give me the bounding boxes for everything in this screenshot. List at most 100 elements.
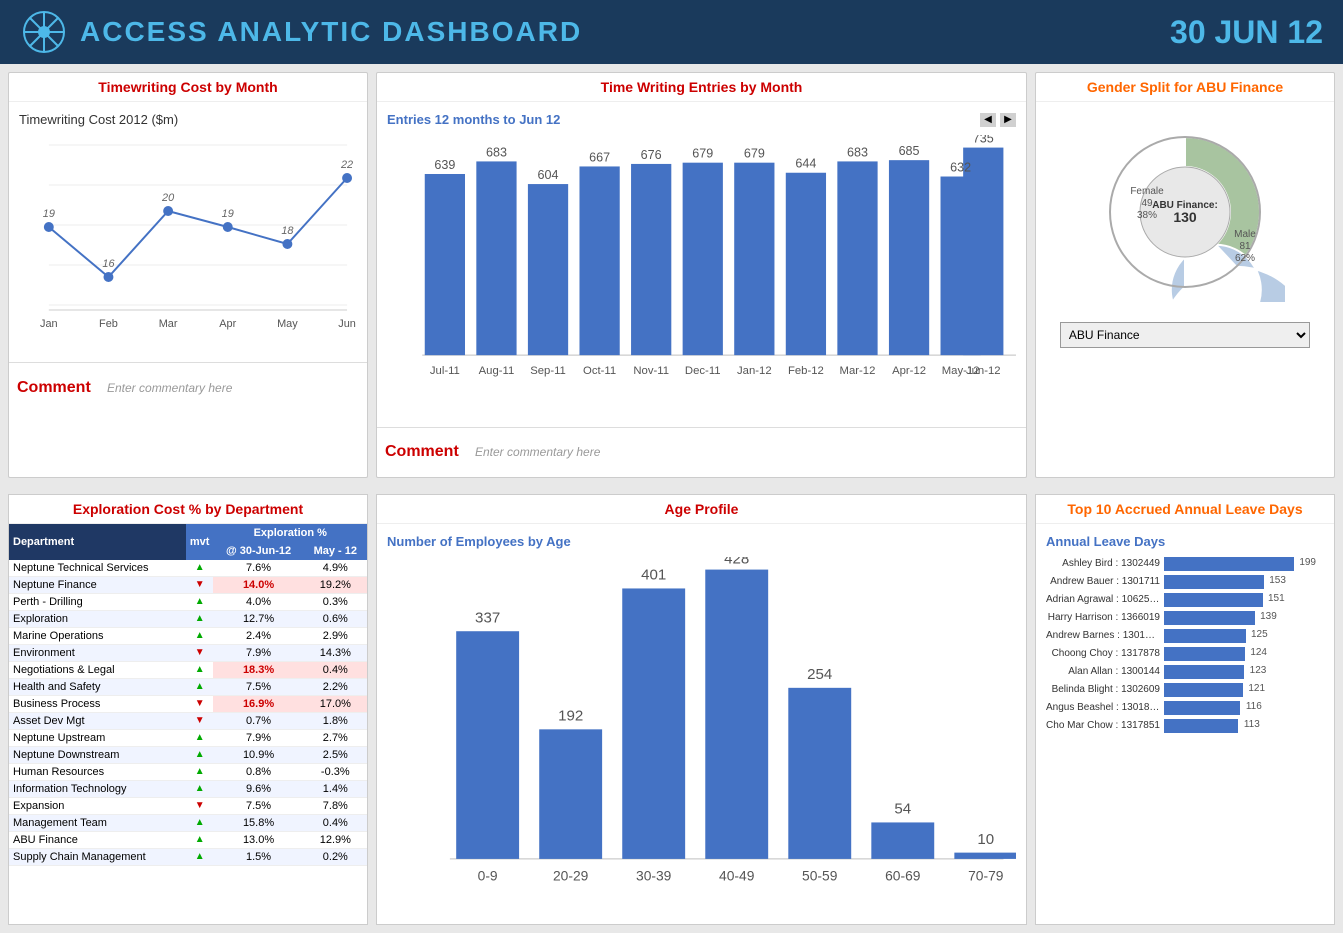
svg-text:337: 337	[475, 609, 500, 626]
svg-text:Female: Female	[1130, 186, 1164, 197]
date-cell: 0.7%	[213, 712, 303, 729]
svg-text:49: 49	[1141, 198, 1153, 209]
may-cell: 2.7%	[304, 729, 367, 746]
t10-item-label: Belinda Blight : 1302609	[1046, 684, 1160, 695]
list-item: Ashley Bird : 1302449 199	[1046, 557, 1324, 571]
dept-cell: Supply Chain Management	[9, 848, 186, 865]
t10-item-value: 199	[1299, 557, 1316, 568]
header-logo: ACCESS ANALYTIC DASHBOARD	[20, 8, 582, 56]
col-header2: Exploration %	[213, 524, 367, 542]
gs-select[interactable]: ABU Finance	[1060, 322, 1310, 348]
mvt-cell: ▲	[186, 763, 214, 780]
svg-text:604: 604	[538, 168, 559, 182]
tw-chart-title: Timewriting Cost 2012 ($m)	[19, 112, 357, 127]
date-cell: 7.9%	[213, 729, 303, 746]
tw-comment-box: Comment Enter commentary here	[9, 362, 367, 412]
svg-text:70-79: 70-79	[968, 867, 1004, 883]
t10-item-label: Harry Harrison : 1366019	[1046, 612, 1160, 623]
table-row: Negotiations & Legal ▲ 18.3% 0.4%	[9, 661, 367, 678]
date-cell: 1.5%	[213, 848, 303, 865]
svg-text:Apr: Apr	[219, 318, 236, 330]
svg-text:685: 685	[899, 144, 920, 158]
may-cell: 7.8%	[304, 797, 367, 814]
t10-item-value: 153	[1269, 575, 1286, 586]
tw-comment-text: Enter commentary here	[107, 381, 232, 395]
svg-text:401: 401	[641, 566, 666, 583]
t10-item-value: 123	[1250, 665, 1267, 676]
col-may: May - 12	[304, 542, 367, 560]
dept-cell: Neptune Upstream	[9, 729, 186, 746]
may-cell: 17.0%	[304, 695, 367, 712]
t10-chart-area: Annual Leave Days Ashley Bird : 1302449 …	[1036, 524, 1334, 747]
date-cell: 7.6%	[213, 560, 303, 577]
may-cell: 4.9%	[304, 560, 367, 577]
t10-item-label: Cho Mar Chow : 1317851	[1046, 720, 1160, 731]
t10-item-bar: 151	[1164, 593, 1263, 607]
svg-text:62%: 62%	[1235, 253, 1255, 264]
svg-text:40-49: 40-49	[719, 867, 755, 883]
twe-comment-box: Comment Enter commentary here	[377, 427, 1026, 477]
twe-chart-subtitle: Entries 12 months to Jun 12	[387, 112, 560, 127]
mvt-cell: ▲	[186, 848, 214, 865]
t10-item-bar: 121	[1164, 683, 1243, 697]
may-cell: 0.4%	[304, 661, 367, 678]
tw-chart-area: Timewriting Cost 2012 ($m)	[9, 102, 367, 362]
mvt-cell: ▼	[186, 644, 214, 661]
header-date: 30 JUN 12	[1170, 14, 1323, 51]
table-row: Exploration ▲ 12.7% 0.6%	[9, 610, 367, 627]
svg-text:22: 22	[340, 159, 353, 171]
twe-prev-btn[interactable]: ◀	[980, 113, 996, 127]
t10-item-value: 124	[1250, 647, 1267, 658]
mvt-cell: ▲	[186, 729, 214, 746]
twe-next-btn[interactable]: ▶	[1000, 113, 1016, 127]
may-cell: 19.2%	[304, 576, 367, 593]
gs-dropdown[interactable]: ABU Finance	[1060, 322, 1310, 348]
gs-chart-area: ABU Finance: 130 Female 49 38% Male 81 6…	[1036, 102, 1334, 358]
table-row: Marine Operations ▲ 2.4% 2.9%	[9, 627, 367, 644]
may-cell: 0.4%	[304, 814, 367, 831]
dept-cell: Information Technology	[9, 780, 186, 797]
t10-item-label: Andrew Barnes : 1301315	[1046, 630, 1160, 641]
exploration-panel: Exploration Cost % by Department Departm…	[8, 494, 368, 925]
ec-tbody: Neptune Technical Services ▲ 7.6% 4.9% N…	[9, 560, 367, 866]
t10-item-label: Adrian Agrawal : 1062561	[1046, 594, 1160, 605]
list-item: Choong Choy : 1317878 124	[1046, 647, 1324, 661]
svg-text:679: 679	[744, 147, 765, 161]
line-chart-area: 19 16 20 19 18 22 Jan Feb Mar Apr May Ju…	[19, 135, 357, 335]
list-item: Angus Beashel : 1301868 116	[1046, 701, 1324, 715]
dept-cell: Environment	[9, 644, 186, 661]
t10-item-label: Ashley Bird : 1302449	[1046, 558, 1160, 569]
t10-item-value: 151	[1268, 593, 1285, 604]
list-item: Adrian Agrawal : 1062561 151	[1046, 593, 1324, 607]
dept-cell: Human Resources	[9, 763, 186, 780]
line-chart-svg: 19 16 20 19 18 22 Jan Feb Mar Apr May Ju…	[19, 135, 357, 335]
twe-panel: Time Writing Entries by Month Entries 12…	[376, 72, 1027, 478]
svg-text:18: 18	[281, 225, 294, 237]
table-row: Neptune Finance ▼ 14.0% 19.2%	[9, 576, 367, 593]
table-row: Expansion ▼ 7.5% 7.8%	[9, 797, 367, 814]
may-cell: 14.3%	[304, 644, 367, 661]
table-row: Neptune Downstream ▲ 10.9% 2.5%	[9, 746, 367, 763]
ap-chart-title: Number of Employees by Age	[387, 534, 1016, 549]
list-item: Belinda Blight : 1302609 121	[1046, 683, 1324, 697]
ap-panel-title: Age Profile	[377, 495, 1026, 524]
svg-text:Nov-11: Nov-11	[633, 365, 669, 377]
dept-cell: Business Process	[9, 695, 186, 712]
svg-text:38%: 38%	[1137, 210, 1157, 221]
dept-cell: Neptune Finance	[9, 576, 186, 593]
t10-item-bar: 123	[1164, 665, 1244, 679]
top10-panel: Top 10 Accrued Annual Leave Days Annual …	[1035, 494, 1335, 925]
dept-cell: Negotiations & Legal	[9, 661, 186, 678]
svg-text:30-39: 30-39	[636, 867, 672, 883]
svg-text:May: May	[277, 318, 298, 330]
date-cell: 0.8%	[213, 763, 303, 780]
bottom-row: Exploration Cost % by Department Departm…	[0, 494, 1343, 933]
mvt-cell: ▲	[186, 627, 214, 644]
svg-text:54: 54	[894, 800, 911, 817]
svg-text:19: 19	[43, 208, 55, 220]
list-item: Alan Allan : 1300144 123	[1046, 665, 1324, 679]
date-cell: 13.0%	[213, 831, 303, 848]
list-item: Harry Harrison : 1366019 139	[1046, 611, 1324, 625]
app-title: ACCESS ANALYTIC DASHBOARD	[80, 16, 582, 48]
svg-text:20-29: 20-29	[553, 867, 589, 883]
